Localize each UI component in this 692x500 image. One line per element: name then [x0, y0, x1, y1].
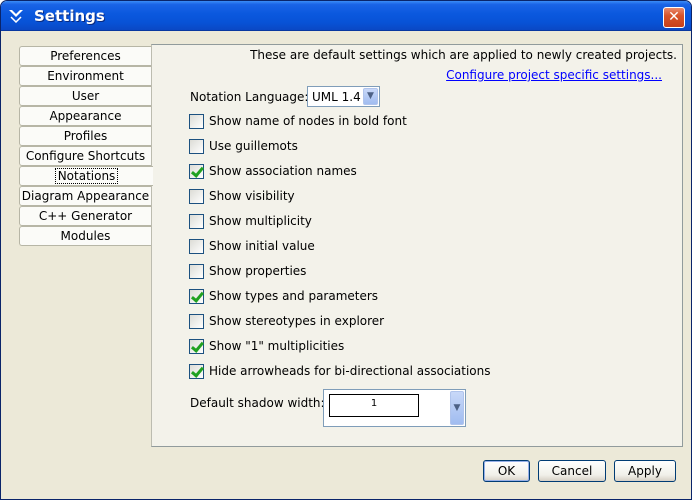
tab-user[interactable]: User	[19, 86, 151, 106]
tab-profiles[interactable]: Profiles	[19, 126, 151, 146]
checkbox[interactable]	[189, 289, 204, 304]
tab-diagram-appearance[interactable]: Diagram Appearance	[19, 186, 151, 206]
tab-label: Diagram Appearance	[21, 189, 150, 203]
tab-label: C++ Generator	[38, 209, 133, 223]
tab-configure-shortcuts[interactable]: Configure Shortcuts	[19, 146, 151, 166]
dialog-content: Preferences Environment User Appearance …	[5, 32, 687, 496]
option-label: Show name of nodes in bold font	[209, 114, 407, 128]
settings-tabs: Preferences Environment User Appearance …	[19, 46, 153, 246]
notation-language-value: UML 1.4	[312, 90, 361, 104]
option-label: Use guillemots	[209, 139, 298, 153]
tab-environment[interactable]: Environment	[19, 66, 151, 86]
cancel-button[interactable]: Cancel	[538, 460, 606, 482]
shadow-width-value: 1	[329, 394, 419, 417]
option-label: Show stereotypes in explorer	[209, 314, 385, 328]
project-settings-link[interactable]: Configure project specific settings...	[446, 68, 662, 82]
tab-label: Appearance	[49, 109, 122, 123]
checkbox[interactable]	[189, 314, 204, 329]
checkbox[interactable]	[189, 139, 204, 154]
tab-label: User	[71, 89, 100, 103]
shadow-width-select[interactable]: 1 ▼	[323, 389, 466, 427]
notations-panel: These are default settings which are app…	[151, 44, 683, 447]
tab-cpp-generator[interactable]: C++ Generator	[19, 206, 151, 226]
option-label: Show association names	[209, 164, 357, 178]
defaults-notice: These are default settings which are app…	[250, 48, 677, 62]
checkbox[interactable]	[189, 189, 204, 204]
notation-language-select[interactable]: UML 1.4 ▼	[307, 86, 380, 107]
option-label: Show visibility	[209, 189, 295, 203]
tab-label: Profiles	[63, 129, 108, 143]
option-label: Hide arrowheads for bi-directional assoc…	[209, 364, 491, 378]
notation-language-label: Notation Language:	[190, 90, 309, 104]
tab-label: Notations	[54, 168, 119, 184]
tab-preferences[interactable]: Preferences	[19, 46, 151, 66]
option-label: Show "1" multiplicities	[209, 339, 345, 353]
tab-label: Preferences	[50, 49, 121, 63]
close-button[interactable]: ✕	[663, 7, 685, 28]
settings-window: Settings ✕ Preferences Environment User …	[0, 0, 692, 500]
tab-notations[interactable]: Notations	[19, 166, 153, 186]
checkbox[interactable]	[189, 239, 204, 254]
tab-label: Modules	[60, 229, 111, 243]
chevron-down-icon[interactable]: ▼	[450, 391, 464, 425]
tab-appearance[interactable]: Appearance	[19, 106, 151, 126]
option-label: Show multiplicity	[209, 214, 312, 228]
checkbox[interactable]	[189, 214, 204, 229]
tab-label: Configure Shortcuts	[25, 149, 146, 163]
title-bar[interactable]: Settings ✕	[1, 1, 691, 31]
option-label: Show properties	[209, 264, 307, 278]
chevron-down-icon[interactable]: ▼	[363, 88, 378, 105]
option-label: Show initial value	[209, 239, 315, 253]
checkbox[interactable]	[189, 364, 204, 379]
option-label: Show types and parameters	[209, 289, 379, 303]
tab-label: Environment	[47, 69, 124, 83]
checkbox[interactable]	[189, 114, 204, 129]
tab-modules[interactable]: Modules	[19, 226, 151, 246]
shadow-width-label: Default shadow width:	[190, 396, 325, 410]
app-icon	[9, 10, 23, 23]
checkbox[interactable]	[189, 264, 204, 279]
checkbox[interactable]	[189, 339, 204, 354]
close-icon: ✕	[668, 9, 680, 25]
window-title: Settings	[34, 7, 105, 25]
checkbox[interactable]	[189, 164, 204, 179]
ok-button[interactable]: OK	[483, 460, 530, 482]
apply-button[interactable]: Apply	[614, 460, 676, 482]
